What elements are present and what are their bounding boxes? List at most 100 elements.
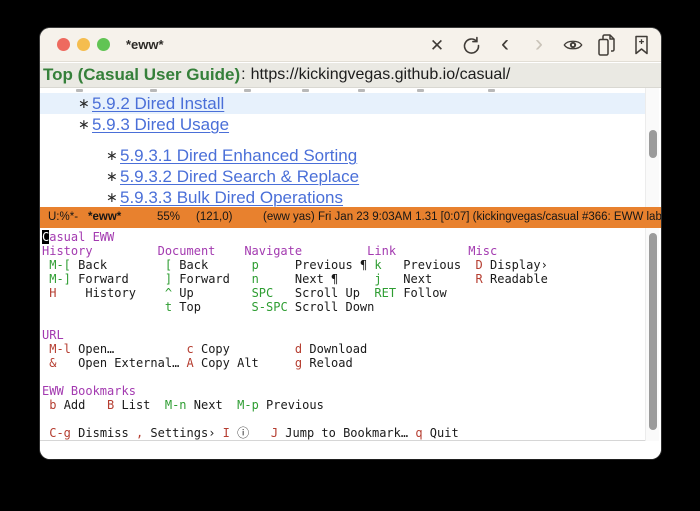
content-scrollbar-thumb[interactable] [649, 130, 657, 158]
toc-row: ∗5.9.3 Dired Usage [40, 114, 645, 135]
menu-section-label: asual EWW [49, 230, 114, 244]
menu-line [42, 412, 645, 426]
menu-key[interactable]: M-n [165, 398, 187, 412]
menu-key[interactable]: M-p [237, 398, 259, 412]
header-separator: : [241, 66, 245, 84]
clipped-text-row [40, 88, 645, 93]
eww-header-line: Top (Casual User Guide) : https://kickin… [40, 63, 661, 88]
menu-section-label: Misc [468, 244, 497, 258]
menu-text: Back [172, 258, 251, 272]
toc-link[interactable]: 5.9.3.2 Dired Search & Replace [120, 167, 359, 187]
menu-key[interactable]: RET [374, 286, 396, 300]
eww-buffer: ∗ 5.9.2 Dired Install∗5.9.3 Dired Usage ∗5… [40, 88, 645, 207]
bullet-icon: ∗ [106, 147, 114, 164]
menu-text: Copy Alt [194, 356, 295, 370]
readable-view-eye-icon[interactable] [563, 34, 583, 56]
menu-scrollbar-thumb[interactable] [649, 233, 657, 430]
toc-link[interactable]: 5.9.3.3 Bulk Dired Operations [120, 188, 343, 208]
menu-key[interactable]: M-] [49, 272, 71, 286]
menu-text: Display› [483, 258, 548, 272]
close-window-button[interactable] [57, 38, 70, 51]
menu-key[interactable]: n [252, 272, 259, 286]
close-page-icon[interactable]: ✕ [427, 34, 447, 56]
menu-section-label: EWW Bookmarks [42, 384, 136, 398]
menu-text: Top [172, 300, 251, 314]
menu-line: Casual EWW [42, 230, 645, 244]
menu-key[interactable]: I [223, 426, 230, 440]
menu-key[interactable]: j [374, 272, 381, 286]
page-title: Top (Casual User Guide) [43, 65, 240, 85]
menu-text: Quit [423, 426, 459, 440]
window-title: *eww* [126, 37, 164, 52]
menu-key[interactable]: p [252, 258, 259, 272]
menu-key[interactable]: c [187, 342, 194, 356]
menu-section-label: Link [367, 244, 396, 258]
eww-content-list: ∗ 5.9.2 Dired Install∗5.9.3 Dired Usage ∗5… [40, 93, 645, 207]
toc-row: ∗ 5.9.3.1 Dired Enhanced Sorting [40, 145, 645, 166]
menu-key[interactable]: ] [165, 272, 172, 286]
menu-text: Open… [71, 342, 187, 356]
menu-line: URL [42, 328, 645, 342]
menu-text: History [56, 286, 164, 300]
menu-line: M-[ Back [ Back p Previous ¶ k Previous … [42, 258, 645, 272]
menu-key[interactable]: M-l [49, 342, 71, 356]
mode-line: U:%*- *eww* 55% (121,0) (eww yas) Fri Ja… [40, 207, 661, 228]
toc-row: ∗5.9.3.3 Bulk Dired Operations [40, 187, 645, 207]
menu-key[interactable]: q [415, 426, 422, 440]
history-back-icon[interactable]: ‹ [495, 34, 515, 56]
toc-row: ∗5.9.3.2 Dired Search & Replace [40, 166, 645, 187]
menu-text [396, 244, 468, 258]
menu-key[interactable]: M-[ [49, 258, 71, 272]
menu-text: Previous [382, 258, 476, 272]
toolbar: ✕ ‹ › [427, 28, 651, 62]
toc-link[interactable]: 5.9.2 Dired Install [92, 94, 224, 114]
menu-text: Reload [302, 356, 353, 370]
content-scrollbar-track[interactable] [645, 88, 659, 207]
menu-section-label: Navigate [244, 244, 302, 258]
page-url: https://kickingvegas.github.io/casual/ [251, 66, 511, 84]
menu-key[interactable]: J [271, 426, 278, 440]
menu-section-label: URL [42, 328, 64, 342]
menu-text: List [114, 398, 165, 412]
menu-text [215, 244, 244, 258]
bookmark-add-icon[interactable] [631, 34, 651, 56]
menu-scrollbar-track[interactable] [645, 228, 659, 441]
menu-line [42, 370, 645, 384]
menu-key[interactable]: R [476, 272, 483, 286]
menu-key[interactable]: t [165, 300, 172, 314]
menu-line [42, 314, 645, 328]
spacer-row [40, 135, 645, 145]
menu-text: Next [187, 398, 238, 412]
menu-text [42, 300, 165, 314]
toc-link[interactable]: 5.9.3 Dired Usage [92, 115, 229, 135]
menu-text: Download [302, 342, 367, 356]
menu-key[interactable]: [ [165, 258, 172, 272]
menu-key[interactable]: k [374, 258, 381, 272]
reload-icon[interactable] [461, 34, 481, 56]
history-forward-icon: › [529, 34, 549, 56]
menu-text: Jump to Bookmark… [278, 426, 415, 440]
echo-area [40, 441, 661, 459]
menu-text: Back [71, 258, 165, 272]
menu-key[interactable]: ^ [165, 286, 172, 300]
menu-line: & Open External… A Copy Alt g Reload [42, 356, 645, 370]
menu-line: M-] Forward ] Forward n Next ¶ j Next R … [42, 272, 645, 286]
toc-link[interactable]: 5.9.3.1 Dired Enhanced Sorting [120, 146, 357, 166]
menu-text: Dismiss [71, 426, 136, 440]
menu-key[interactable]: D [476, 258, 483, 272]
menu-key[interactable]: SPC [252, 286, 274, 300]
desktop-background: *eww* ✕ ‹ › [0, 0, 700, 511]
menu-line: t Top S-SPC Scroll Down [42, 300, 645, 314]
menu-text: Forward [71, 272, 165, 286]
titlebar: *eww* ✕ ‹ › [40, 28, 661, 62]
zoom-window-button[interactable] [97, 38, 110, 51]
menu-key[interactable]: A [187, 356, 194, 370]
copy-page-icon[interactable] [597, 34, 617, 56]
menu-text: Settings› [143, 426, 222, 440]
menu-key[interactable]: S-SPC [252, 300, 288, 314]
menu-text: Forward [172, 272, 251, 286]
menu-key[interactable]: C-g [49, 426, 71, 440]
menu-line: b Add B List M-n Next M-p Previous [42, 398, 645, 412]
menu-text: Previous [259, 398, 324, 412]
minimize-window-button[interactable] [77, 38, 90, 51]
